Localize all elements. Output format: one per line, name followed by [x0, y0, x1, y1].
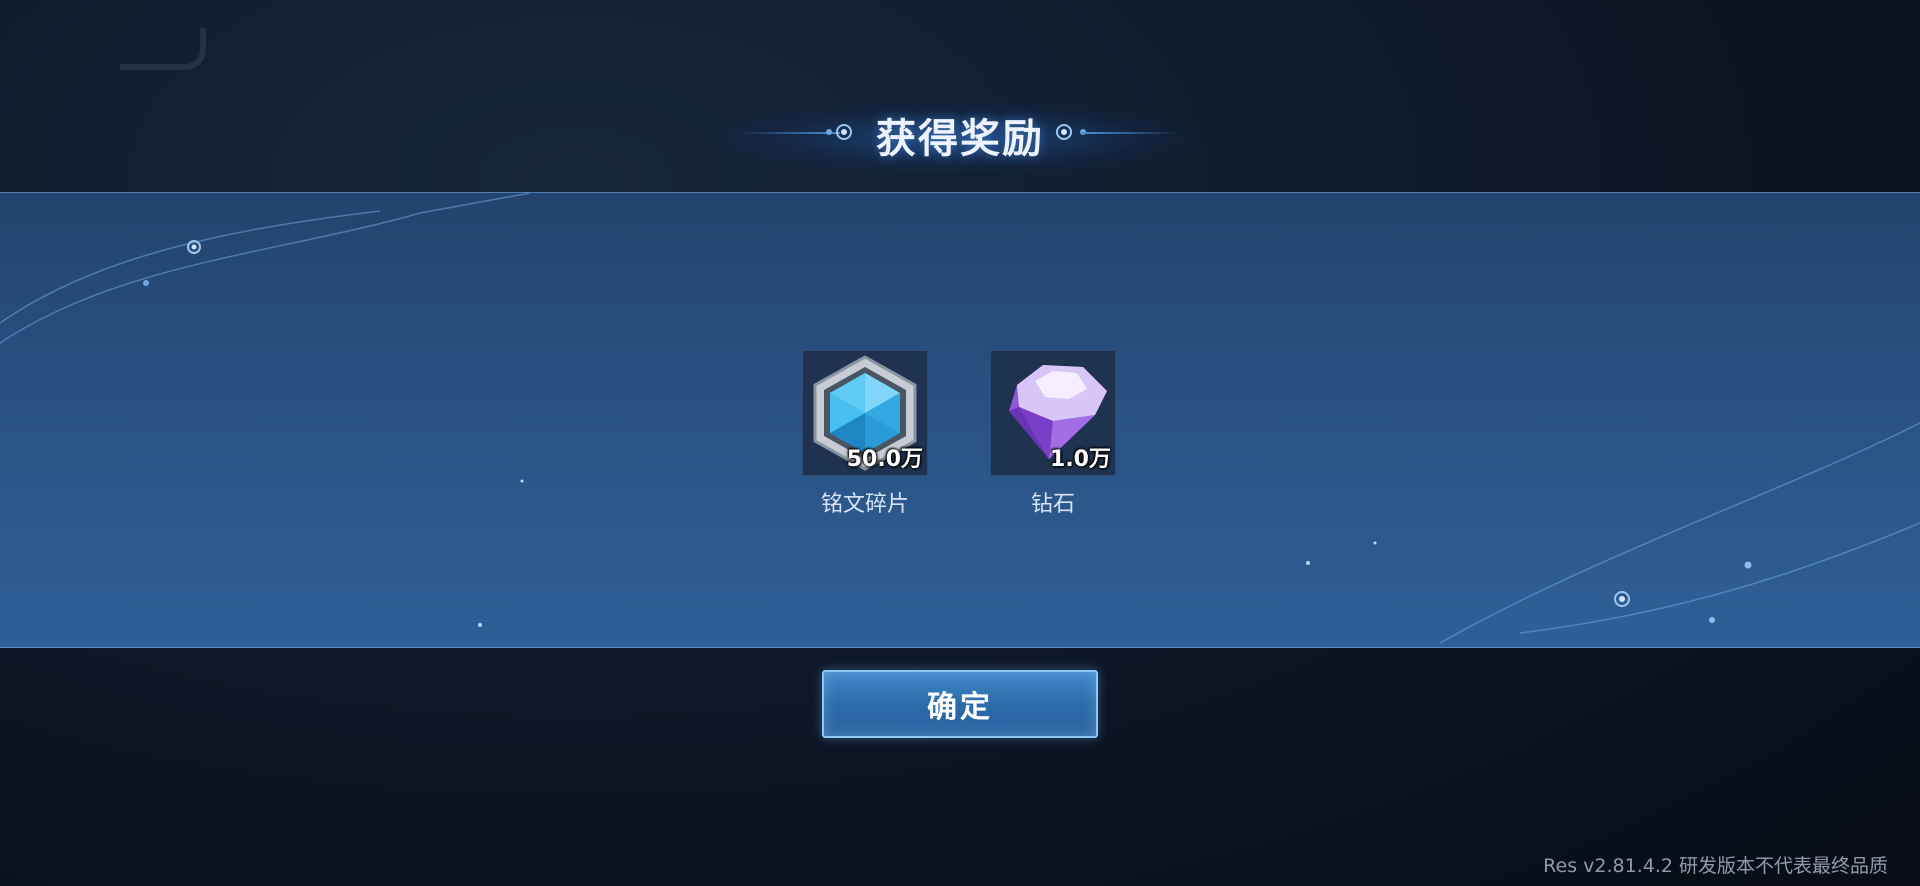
panel-decoration — [0, 193, 1920, 647]
reward-quantity: 1.0万 — [1050, 447, 1111, 472]
popup-title: 获得奖励 — [876, 116, 1044, 162]
reward-name: 铭文碎片 — [820, 492, 909, 517]
title-ring-icon — [1056, 124, 1072, 140]
reward-name: 钻石 — [1030, 492, 1075, 517]
title-dot-icon — [826, 129, 832, 135]
confirm-button[interactable]: 确定 — [822, 670, 1098, 738]
title-divider-left — [740, 132, 840, 134]
title-divider-right — [1080, 132, 1180, 134]
reward-quantity: 50.0万 — [846, 447, 923, 472]
title-ring-icon — [836, 124, 852, 140]
reward-panel — [0, 192, 1920, 648]
reward-icon-box: 1.0万 — [990, 350, 1116, 476]
back-arrow-icon — [120, 28, 206, 70]
version-text: Res v2.81.4.2 研发版本不代表最终品质 — [1543, 855, 1888, 877]
popup-title-bar: 获得奖励 — [0, 88, 1920, 180]
reward-icon-box: 50.0万 — [802, 350, 928, 476]
confirm-button-label: 确定 — [927, 690, 993, 725]
reward-item[interactable]: 1.0万 钻石 — [990, 350, 1120, 518]
reward-item[interactable]: 50.0万 铭文碎片 — [802, 350, 932, 518]
